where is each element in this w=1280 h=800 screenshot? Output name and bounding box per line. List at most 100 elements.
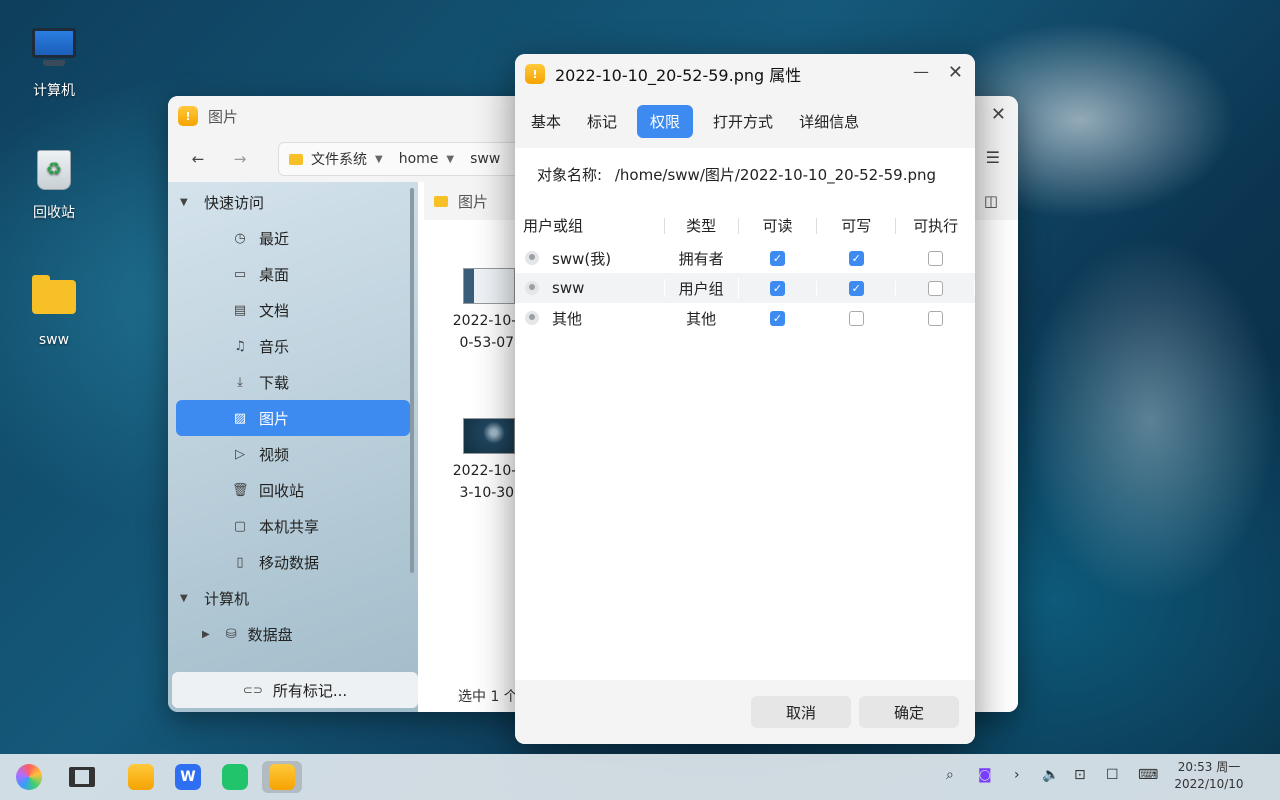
- sidebar-item-label: 移动数据: [259, 553, 320, 572]
- desktop-icon-home[interactable]: sww: [9, 272, 99, 348]
- read-checkbox[interactable]: ✓: [769, 250, 785, 266]
- sidebar-item-recent[interactable]: ◷ 最近: [176, 220, 410, 256]
- sidebar-item-documents[interactable]: ▤ 文档: [176, 292, 410, 328]
- minimize-icon[interactable]: —: [913, 62, 929, 81]
- execute-checkbox[interactable]: [927, 310, 943, 326]
- sidebar-item-trash[interactable]: 🗑 回收站: [176, 472, 410, 508]
- chevron-down-icon[interactable]: ▼: [180, 593, 194, 604]
- cancel-button[interactable]: 取消: [751, 696, 851, 728]
- trash-icon: ♻: [30, 150, 78, 198]
- status-text: 选中 1 个: [458, 689, 518, 705]
- desktop-icon-computer[interactable]: 计算机: [9, 22, 99, 100]
- write-checkbox[interactable]: [848, 310, 864, 326]
- user-name: sww(我): [552, 249, 612, 268]
- notification-icon[interactable]: ☐: [1106, 767, 1119, 783]
- chevron-right-icon[interactable]: ▶: [202, 629, 210, 640]
- sidebar-item-label: 图片: [259, 409, 290, 428]
- dialog-footer: 取消 确定: [515, 680, 975, 744]
- user-type: 其他: [665, 307, 739, 329]
- write-checkbox[interactable]: ✓: [848, 250, 864, 266]
- breadcrumb-item[interactable]: home ▼: [399, 151, 454, 167]
- trash-icon: 🗑: [232, 482, 249, 498]
- sidebar-group-computer[interactable]: ▼ 计算机: [168, 580, 418, 616]
- sidebar-group-label: 快速访问: [204, 193, 265, 212]
- user-icon: [525, 311, 539, 325]
- clock-icon: ◷: [234, 230, 246, 246]
- tab-basic[interactable]: 基本: [525, 105, 567, 138]
- chevron-right-icon[interactable]: ›: [1014, 767, 1020, 783]
- screen-recorder-icon[interactable]: ◙: [978, 767, 992, 783]
- folder-icon: [289, 153, 303, 165]
- table-header: 用户或组 类型 可读 可写 可执行: [515, 211, 975, 241]
- chevron-down-icon[interactable]: ▼: [446, 154, 454, 165]
- network-icon[interactable]: ⊡: [1074, 767, 1086, 783]
- sidebar-item-label: 音乐: [259, 337, 290, 356]
- clock[interactable]: 20:53 周一 2022/10/10: [1164, 759, 1254, 793]
- breadcrumb-item[interactable]: sww: [470, 151, 500, 167]
- tab-open-with[interactable]: 打开方式: [707, 105, 779, 138]
- dialog-titlebar[interactable]: ! 2022-10-10_20-52-59.png 属性 — ✕: [515, 54, 975, 94]
- user-icon: [525, 251, 539, 265]
- column-view-icon[interactable]: ◫: [984, 192, 998, 210]
- tab-permissions[interactable]: 权限: [637, 104, 694, 138]
- breadcrumb-item[interactable]: 文件系统 ▼: [289, 149, 383, 169]
- column-header: 可执行: [913, 217, 959, 235]
- taskbar: W ⌕ ◙ › 🔈 ⊡ ☐ ⌨ 20:53 周一 2022/10/10: [0, 754, 1280, 800]
- sidebar-item-local-share[interactable]: ▢ 本机共享: [176, 508, 410, 544]
- taskbar-file-manager[interactable]: [121, 761, 161, 793]
- user-type: 用户组: [665, 277, 739, 299]
- phone-icon: ▯: [236, 554, 244, 570]
- back-arrow-icon[interactable]: ←: [182, 150, 214, 168]
- volume-icon[interactable]: 🔈: [1042, 767, 1059, 783]
- close-icon[interactable]: ✕: [991, 104, 1006, 125]
- forward-arrow-icon[interactable]: →: [224, 150, 256, 168]
- sidebar-item-videos[interactable]: ▷ 视频: [176, 436, 410, 472]
- tab-tags[interactable]: 标记: [581, 105, 623, 138]
- write-checkbox[interactable]: ✓: [848, 280, 864, 296]
- sidebar-item-label: 文档: [259, 301, 290, 320]
- all-tags-button[interactable]: ⊂⊃ 所有标记...: [172, 672, 418, 708]
- launcher-button[interactable]: [9, 761, 49, 793]
- ok-button[interactable]: 确定: [859, 696, 959, 728]
- read-checkbox[interactable]: ✓: [769, 310, 785, 326]
- taskbar-file-manager-active[interactable]: [262, 761, 302, 793]
- sidebar-item-mobile-data[interactable]: ▯ 移动数据: [176, 544, 410, 580]
- tab-details[interactable]: 详细信息: [793, 105, 865, 138]
- menu-icon[interactable]: ☰: [986, 148, 1000, 167]
- sidebar-item-pictures[interactable]: ▨ 图片: [176, 400, 410, 436]
- tag-icon: ⊂⊃: [242, 683, 263, 697]
- taskbar-wps[interactable]: W: [168, 761, 208, 793]
- sidebar-item-data-disk[interactable]: ▶ ⛁ 数据盘: [168, 616, 418, 652]
- file-manager-icon: [128, 764, 154, 790]
- sidebar-scrollbar[interactable]: [410, 188, 414, 573]
- sidebar-item-music[interactable]: ♫ 音乐: [176, 328, 410, 364]
- column-header: 可读: [739, 218, 818, 234]
- execute-checkbox[interactable]: [927, 250, 943, 266]
- properties-dialog: ! 2022-10-10_20-52-59.png 属性 — ✕ 基本 标记 权…: [515, 54, 975, 744]
- breadcrumb-label: home: [398, 151, 439, 167]
- search-icon[interactable]: ⌕: [946, 767, 954, 783]
- location-label: 图片: [458, 192, 489, 211]
- sidebar-item-label: 桌面: [259, 265, 290, 284]
- wps-icon: W: [175, 764, 201, 790]
- user-type: 拥有者: [665, 247, 739, 269]
- dialog-title: 2022-10-10_20-52-59.png 属性: [555, 66, 802, 85]
- taskbar-app-store[interactable]: [215, 761, 255, 793]
- multitask-button[interactable]: [62, 761, 102, 793]
- music-icon: ♫: [234, 338, 246, 354]
- clock-time: 20:53 周一: [1177, 760, 1241, 774]
- keyboard-icon[interactable]: ⌨: [1138, 767, 1158, 783]
- video-icon: ▷: [235, 446, 245, 462]
- read-checkbox[interactable]: ✓: [769, 280, 785, 296]
- fm-title: 图片: [208, 107, 239, 126]
- execute-checkbox[interactable]: [927, 280, 943, 296]
- sidebar-item-label: 最近: [259, 229, 290, 248]
- chevron-down-icon[interactable]: ▼: [375, 154, 383, 165]
- sidebar-item-downloads[interactable]: ⤓ 下载: [176, 364, 410, 400]
- desktop-icon-trash[interactable]: ♻ 回收站: [9, 146, 99, 222]
- chevron-down-icon[interactable]: ▼: [180, 197, 194, 208]
- folder-icon: ▢: [233, 518, 247, 534]
- sidebar-item-desktop[interactable]: ▭ 桌面: [176, 256, 410, 292]
- sidebar-group-quick-access[interactable]: ▼ 快速访问: [168, 184, 418, 220]
- close-icon[interactable]: ✕: [948, 62, 963, 83]
